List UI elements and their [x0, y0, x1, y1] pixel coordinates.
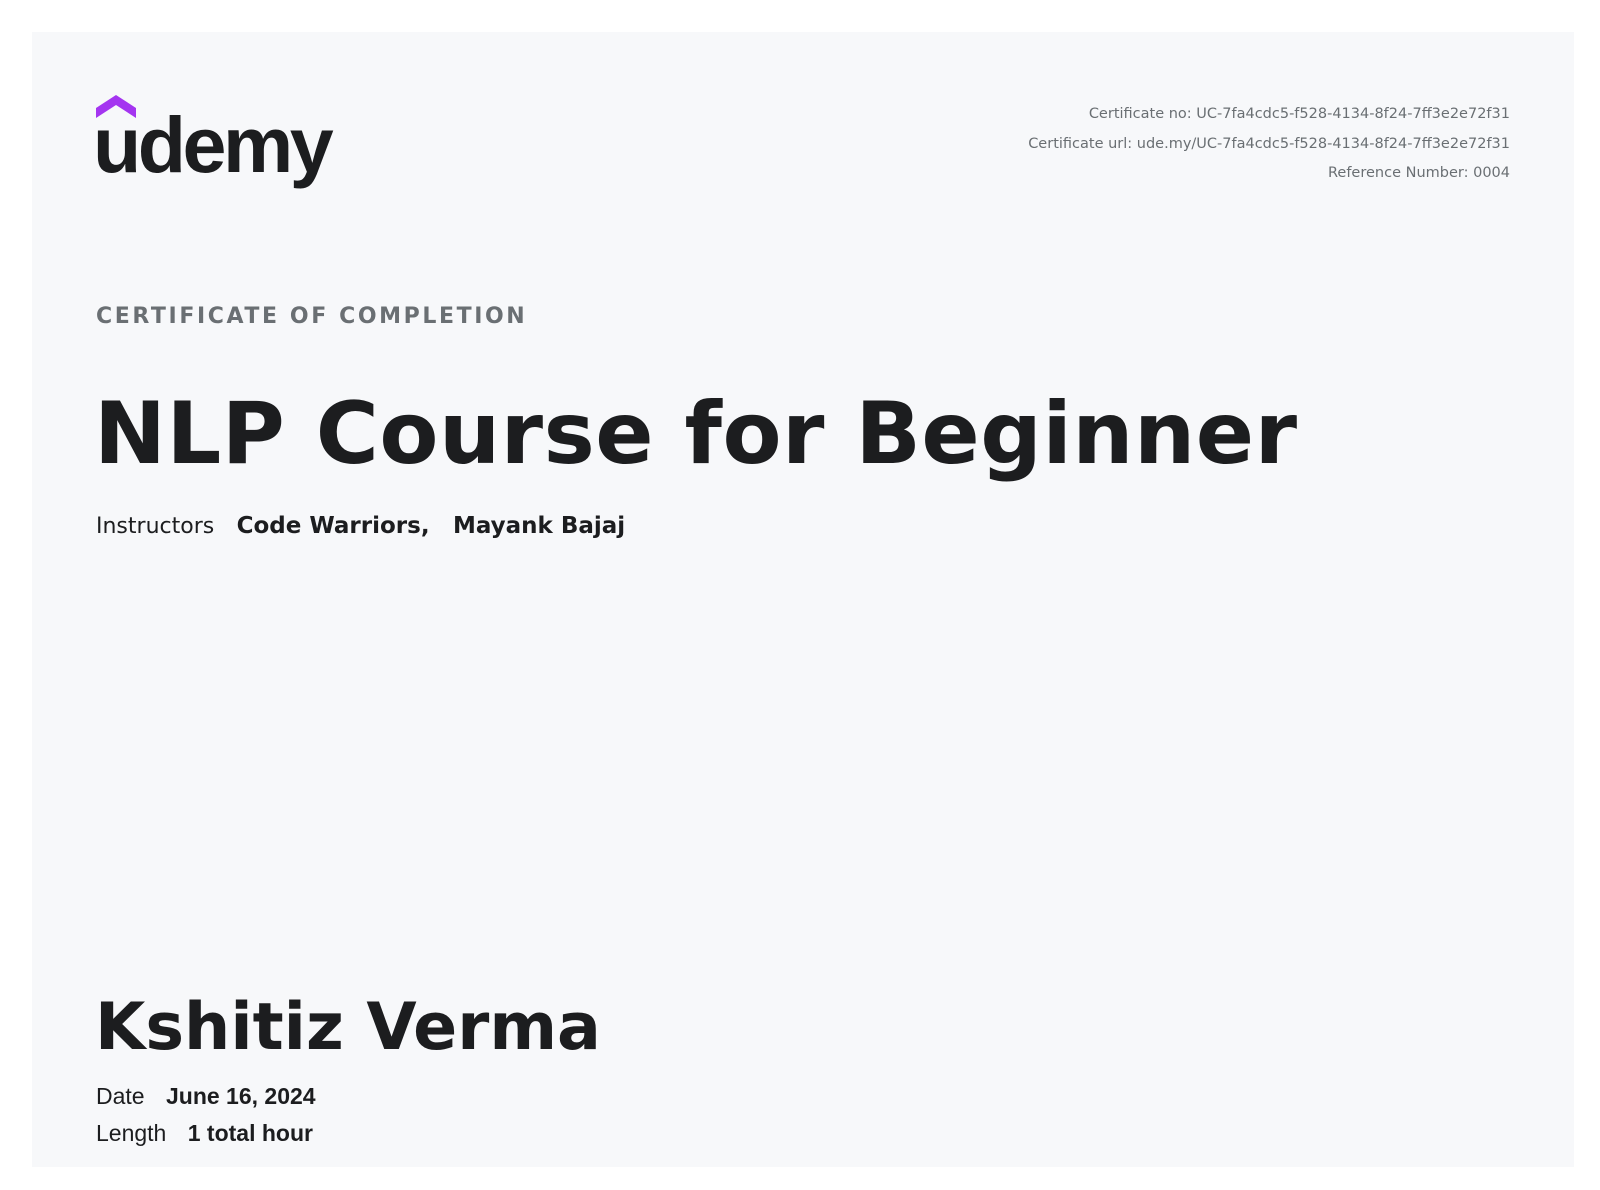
instructors-line: Instructors Code Warriors, Mayank Bajaj	[96, 512, 625, 539]
instructor-name: Code Warriors,	[236, 513, 430, 539]
certificate-url: Certificate url: ude.my/UC-7fa4cdc5-f528…	[1028, 135, 1510, 152]
certificate-card: udemy Certificate no: UC-7fa4cdc5-f528-4…	[32, 32, 1574, 1167]
date-value: June 16, 2024	[165, 1083, 316, 1109]
date-label: Date	[96, 1083, 145, 1109]
instructor-name: Mayank Bajaj	[452, 513, 626, 539]
svg-text:udemy: udemy	[96, 100, 334, 189]
certificate-meta: Certificate no: UC-7fa4cdc5-f528-4134-8f…	[1028, 100, 1510, 189]
certificate-heading: CERTIFICATE OF COMPLETION	[96, 304, 528, 329]
instructors-label: Instructors	[96, 514, 215, 539]
course-title: NLP Course for Beginner	[94, 384, 1298, 484]
length-value: 1 total hour	[187, 1120, 313, 1146]
length-line: Length 1 total hour	[96, 1120, 313, 1147]
udemy-logo: udemy	[96, 94, 366, 194]
student-name: Kshitiz Verma	[95, 990, 601, 1065]
length-label: Length	[96, 1120, 167, 1146]
reference-number: Reference Number: 0004	[1327, 165, 1510, 181]
certificate-number: Certificate no: UC-7fa4cdc5-f528-4134-8f…	[1088, 106, 1510, 122]
date-line: Date June 16, 2024	[96, 1083, 316, 1110]
udemy-logo-icon: udemy	[96, 95, 337, 189]
